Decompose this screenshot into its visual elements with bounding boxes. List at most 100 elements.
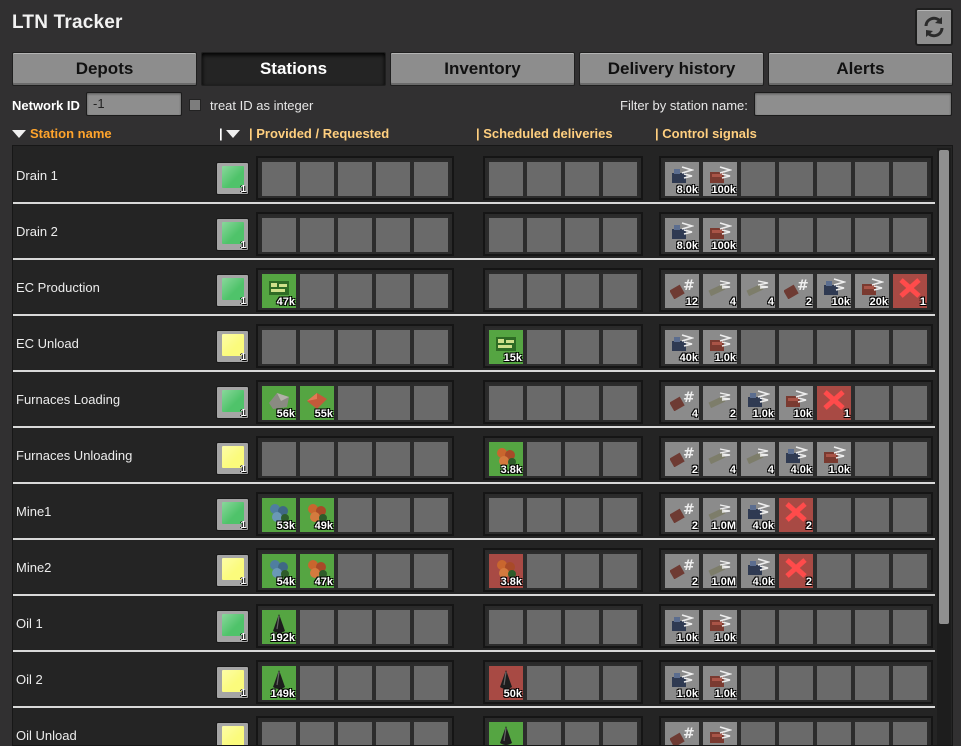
treat-id-checkbox[interactable]	[189, 99, 201, 111]
empty-slot[interactable]	[563, 608, 601, 646]
signal-slot[interactable]: 1.0M	[701, 552, 739, 590]
signal-slot[interactable]: 1.0k	[701, 328, 739, 366]
empty-slot[interactable]	[260, 216, 298, 254]
empty-slot[interactable]	[374, 216, 412, 254]
empty-slot[interactable]	[374, 328, 412, 366]
empty-slot[interactable]	[739, 328, 777, 366]
tab-alerts[interactable]: Alerts	[768, 52, 953, 86]
empty-slot[interactable]	[525, 664, 563, 702]
signal-slot[interactable]	[487, 720, 525, 745]
empty-slot[interactable]	[853, 608, 891, 646]
scrollbar[interactable]	[937, 148, 951, 745]
station-list[interactable]: Drain 1 1 8.0k 100k Drain 2 1 8.0k 100k EC Produ…	[12, 145, 953, 746]
empty-slot[interactable]	[374, 720, 412, 745]
empty-slot[interactable]	[525, 608, 563, 646]
station-row[interactable]: Drain 2 1 8.0k 100k	[13, 204, 935, 260]
scrollbar-thumb[interactable]	[939, 150, 949, 624]
empty-slot[interactable]	[601, 664, 639, 702]
empty-slot[interactable]	[601, 384, 639, 422]
empty-slot[interactable]	[601, 328, 639, 366]
empty-slot[interactable]	[853, 160, 891, 198]
station-row[interactable]: Furnaces Unloading 1 3.8k #2 4 4 4.0k 1.0k	[13, 428, 935, 484]
empty-slot[interactable]	[601, 720, 639, 745]
empty-slot[interactable]	[739, 608, 777, 646]
empty-slot[interactable]	[525, 328, 563, 366]
column-control-signals[interactable]: | Control signals	[655, 126, 757, 141]
empty-slot[interactable]	[336, 272, 374, 310]
signal-slot[interactable]: #12	[663, 272, 701, 310]
empty-slot[interactable]	[374, 160, 412, 198]
empty-slot[interactable]	[336, 440, 374, 478]
empty-slot[interactable]	[563, 664, 601, 702]
signal-slot[interactable]: 2	[777, 496, 815, 534]
empty-slot[interactable]	[336, 328, 374, 366]
empty-slot[interactable]	[298, 608, 336, 646]
column-provided-requested[interactable]: | Provided / Requested	[249, 126, 389, 141]
station-row[interactable]: EC Production 1 47k #12 4 4 #2 10k 20k 1	[13, 260, 935, 316]
empty-slot[interactable]	[601, 160, 639, 198]
signal-slot[interactable]: 15k	[487, 328, 525, 366]
empty-slot[interactable]	[260, 440, 298, 478]
empty-slot[interactable]	[601, 608, 639, 646]
signal-slot[interactable]: #	[663, 720, 701, 745]
signal-slot[interactable]: 2	[701, 384, 739, 422]
station-row[interactable]: Oil 1 1 192k 1.0k 1.0k	[13, 596, 935, 652]
empty-slot[interactable]	[739, 216, 777, 254]
signal-slot[interactable]	[701, 720, 739, 745]
empty-slot[interactable]	[891, 496, 929, 534]
empty-slot[interactable]	[487, 216, 525, 254]
signal-slot[interactable]: 1.0k	[701, 608, 739, 646]
empty-slot[interactable]	[260, 720, 298, 745]
empty-slot[interactable]	[336, 664, 374, 702]
empty-slot[interactable]	[815, 160, 853, 198]
empty-slot[interactable]	[487, 384, 525, 422]
empty-slot[interactable]	[412, 160, 450, 198]
signal-slot[interactable]: 40k	[663, 328, 701, 366]
signal-slot[interactable]: 8.0k	[663, 216, 701, 254]
signal-slot[interactable]: 1.0k	[663, 664, 701, 702]
empty-slot[interactable]	[563, 496, 601, 534]
empty-slot[interactable]	[777, 664, 815, 702]
empty-slot[interactable]	[412, 272, 450, 310]
empty-slot[interactable]	[601, 552, 639, 590]
signal-slot[interactable]: 1.0k	[701, 664, 739, 702]
empty-slot[interactable]	[853, 440, 891, 478]
signal-slot[interactable]: #2	[663, 496, 701, 534]
tab-stations[interactable]: Stations	[201, 52, 386, 86]
sort-down-icon[interactable]	[226, 130, 241, 138]
signal-slot[interactable]: #4	[663, 384, 701, 422]
empty-slot[interactable]	[298, 440, 336, 478]
signal-slot[interactable]: 100k	[701, 216, 739, 254]
station-row[interactable]: Mine2 1 54k 47k 3.8k #2 1.0M 4.0k 2	[13, 540, 935, 596]
empty-slot[interactable]	[336, 216, 374, 254]
signal-slot[interactable]: 50k	[487, 664, 525, 702]
empty-slot[interactable]	[374, 440, 412, 478]
signal-slot[interactable]: 55k	[298, 384, 336, 422]
empty-slot[interactable]	[777, 216, 815, 254]
empty-slot[interactable]	[336, 608, 374, 646]
empty-slot[interactable]	[374, 496, 412, 534]
signal-slot[interactable]: 49k	[298, 496, 336, 534]
signal-slot[interactable]: 4	[701, 272, 739, 310]
empty-slot[interactable]	[601, 440, 639, 478]
tab-inventory[interactable]: Inventory	[390, 52, 575, 86]
station-row[interactable]: Furnaces Loading 1 56k 55k #4 2 1.0k 10k 1	[13, 372, 935, 428]
signal-slot[interactable]: 47k	[298, 552, 336, 590]
empty-slot[interactable]	[374, 272, 412, 310]
station-row[interactable]: Mine1 1 53k 49k #2 1.0M 4.0k 2	[13, 484, 935, 540]
empty-slot[interactable]	[260, 328, 298, 366]
empty-slot[interactable]	[374, 552, 412, 590]
empty-slot[interactable]	[298, 720, 336, 745]
empty-slot[interactable]	[853, 384, 891, 422]
signal-slot[interactable]: 149k	[260, 664, 298, 702]
empty-slot[interactable]	[525, 384, 563, 422]
signal-slot[interactable]: 3.8k	[487, 440, 525, 478]
empty-slot[interactable]	[298, 216, 336, 254]
signal-slot[interactable]: #2	[663, 440, 701, 478]
empty-slot[interactable]	[601, 216, 639, 254]
empty-slot[interactable]	[525, 496, 563, 534]
empty-slot[interactable]	[487, 160, 525, 198]
signal-slot[interactable]: 4.0k	[777, 440, 815, 478]
signal-slot[interactable]: #2	[663, 552, 701, 590]
signal-slot[interactable]: 1.0k	[663, 608, 701, 646]
